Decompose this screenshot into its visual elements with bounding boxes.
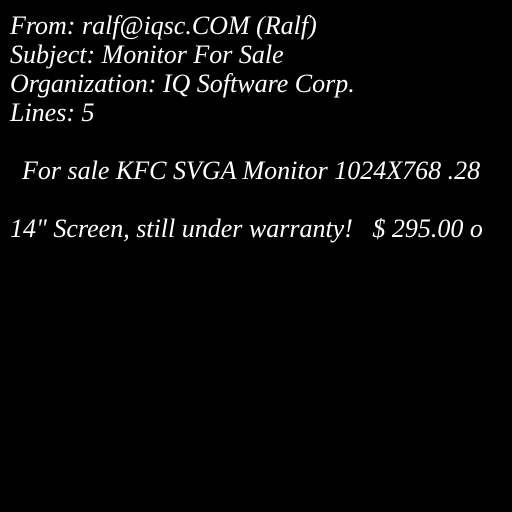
body-line-1: For sale KFC SVGA Monitor 1024X768 .28 <box>22 156 481 185</box>
from-header: From: ralf@iqsc.COM (Ralf) <box>10 11 317 40</box>
organization-header: Organization: IQ Software Corp. <box>10 69 355 98</box>
body-line-2: 14" Screen, still under warranty! $ 295.… <box>10 214 483 243</box>
lines-header: Lines: 5 <box>10 98 95 127</box>
message-view: From: ralf@iqsc.COM (Ralf) Subject: Moni… <box>0 0 512 512</box>
subject-header: Subject: Monitor For Sale <box>10 40 284 69</box>
